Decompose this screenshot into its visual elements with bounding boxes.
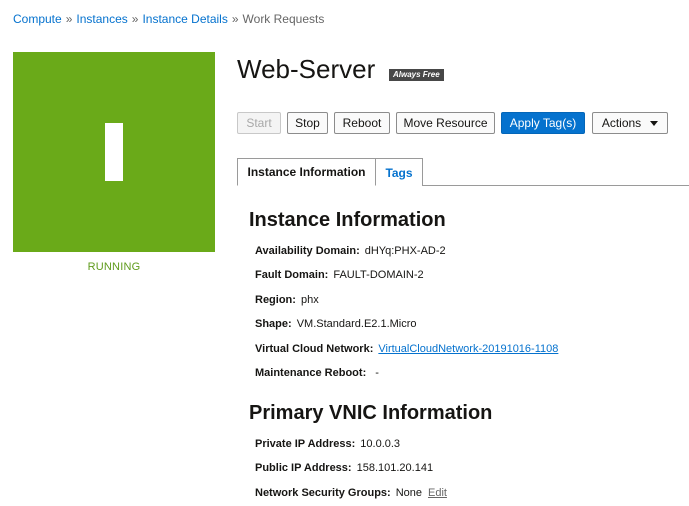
primary-vnic-heading: Primary VNIC Information: [249, 402, 493, 424]
instance-information-heading: Instance Information: [249, 209, 446, 231]
field-availability-domain: Availability Domain: dHYq:PHX-AD-2: [255, 245, 446, 257]
actions-dropdown[interactable]: Actions: [592, 112, 668, 134]
field-label: Availability Domain:: [255, 245, 360, 257]
field-shape: Shape: VM.Standard.E2.1.Micro: [255, 318, 417, 330]
field-value: None: [395, 487, 422, 499]
always-free-badge: Always Free: [389, 69, 444, 81]
page-title: Web-Server: [237, 54, 376, 84]
field-maintenance-reboot: Maintenance Reboot: -: [255, 367, 379, 379]
field-label: Maintenance Reboot:: [255, 367, 367, 379]
field-region: Region: phx: [255, 294, 319, 306]
field-label: Virtual Cloud Network:: [255, 343, 374, 355]
actions-label: Actions: [601, 116, 642, 130]
field-public-ip: Public IP Address: 158.101.20.141: [255, 462, 433, 474]
stop-button[interactable]: Stop: [287, 112, 328, 134]
field-private-ip: Private IP Address: 10.0.0.3: [255, 438, 400, 450]
field-virtual-cloud-network: Virtual Cloud Network: VirtualCloudNetwor…: [255, 343, 558, 355]
breadcrumb-separator: »: [131, 12, 139, 26]
chevron-down-icon: [650, 121, 659, 126]
breadcrumb-separator: »: [65, 12, 73, 26]
breadcrumb-instance-details[interactable]: Instance Details: [142, 12, 227, 26]
breadcrumb-separator: »: [231, 12, 239, 26]
breadcrumb-compute[interactable]: Compute: [13, 12, 62, 26]
apply-tags-button[interactable]: Apply Tag(s): [501, 112, 585, 134]
instance-glyph: [105, 123, 123, 181]
field-value: phx: [300, 294, 319, 306]
edit-nsg-link[interactable]: Edit: [428, 487, 447, 499]
reboot-button[interactable]: Reboot: [334, 112, 390, 134]
field-label: Region:: [255, 294, 296, 306]
field-value: -: [375, 367, 379, 379]
field-label: Fault Domain:: [255, 269, 329, 281]
instance-status-icon: [13, 52, 215, 252]
field-value: dHYq:PHX-AD-2: [364, 245, 446, 257]
tab-instance-information[interactable]: Instance Information: [237, 158, 376, 186]
field-value: FAULT-DOMAIN-2: [333, 269, 424, 281]
vcn-link[interactable]: VirtualCloudNetwork-20191016-1108: [378, 343, 558, 355]
field-label: Public IP Address:: [255, 462, 352, 474]
move-resource-button[interactable]: Move Resource: [396, 112, 495, 134]
field-fault-domain: Fault Domain: FAULT-DOMAIN-2: [255, 269, 424, 281]
breadcrumb-instances[interactable]: Instances: [76, 12, 127, 26]
start-button[interactable]: Start: [237, 112, 281, 134]
field-value: VM.Standard.E2.1.Micro: [296, 318, 417, 330]
breadcrumb: Compute» Instances» Instance Details» Work …: [13, 12, 324, 26]
field-network-security-groups: Network Security Groups: None Edit: [255, 487, 447, 499]
tab-tags[interactable]: Tags: [376, 158, 423, 186]
breadcrumb-current: Work Requests: [242, 12, 325, 26]
field-label: Network Security Groups:: [255, 487, 391, 499]
instance-status-label: RUNNING: [87, 261, 141, 273]
field-value: 10.0.0.3: [360, 438, 401, 450]
field-label: Private IP Address:: [255, 438, 356, 450]
field-label: Shape:: [255, 318, 292, 330]
field-value: 158.101.20.141: [356, 462, 434, 474]
